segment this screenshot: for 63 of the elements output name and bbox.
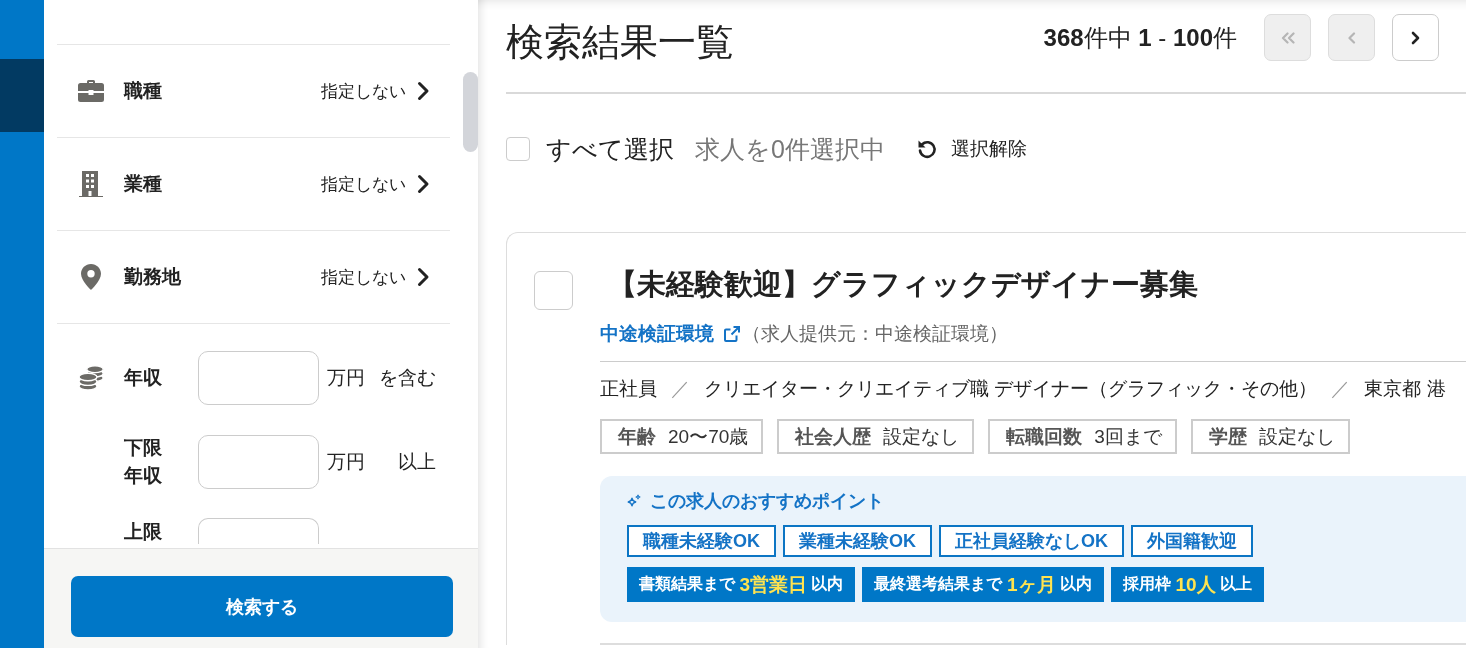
requirement-label: 社会人歴 [795,424,872,449]
requirement-label: 学歴 [1208,424,1247,449]
requirement-value: 20〜70歳 [668,424,749,449]
chevron-right-icon [417,174,430,194]
condition-label: 以上 [398,450,436,474]
unit-label: 万円 [327,366,365,390]
requirement-value: 3回まで [1094,424,1162,449]
company-link[interactable]: 中途検証環境 [600,321,740,347]
filter-picker-button[interactable]: 指定しない [321,172,430,196]
scrollbar-thumb[interactable] [463,72,478,152]
job-detail: 東京都 港 [1364,377,1446,401]
result-count: 368件中 1 - 100件 [1043,22,1237,53]
clear-selection-button[interactable]: 選択解除 [916,136,1027,162]
salary-input[interactable] [198,518,319,544]
chevron-left-icon [1347,31,1356,44]
feature-tag: 業種未経験OK [783,525,932,557]
chevron-right-icon [417,267,430,287]
filter-label: 勤務地 [124,265,181,289]
job-checkbox[interactable] [534,271,573,310]
requirement-value: 設定なし [1258,424,1335,449]
salary-label: 下限年収 [124,436,163,488]
salary-input[interactable] [198,435,319,489]
filter-picker-button[interactable]: 指定しない [321,265,430,289]
slash-separator: ／ [1331,377,1351,401]
external-link-icon [724,326,740,342]
highlight-tag: 最終選考結果まで 1ヶ月 以内 [862,567,1104,602]
feature-tag: 外国籍歓迎 [1131,525,1253,557]
filter-picker-button[interactable]: 指定しない [321,79,430,103]
salary-input[interactable] [198,351,319,405]
select-all-label[interactable]: すべて選択 [546,132,674,166]
recommendation-heading: この求人のおすすめポイント [650,490,884,513]
provider-note: （求人提供元：中途検証環境） [742,322,1008,346]
selection-status: 求人を0件選択中 [695,133,885,165]
next-page-button[interactable] [1392,14,1439,61]
building-icon [79,171,103,197]
chevron-right-icon [417,81,430,101]
reset-icon [916,139,937,159]
feature-tag: 正社員経験なしOK [939,525,1124,557]
coins-icon [78,365,104,391]
condition-label: を含む [379,366,436,390]
map-pin-icon [81,264,101,290]
sparkle-icon [627,494,641,508]
slash-separator: ／ [671,377,690,401]
job-detail: クリエイター・クリエイティブ職 デザイナー（グラフィック・その他） [704,377,1318,401]
unit-label: 万円 [327,450,365,474]
requirement-label: 転職回数 [1006,424,1083,449]
filter-label: 職種 [124,79,162,103]
requirement-value: 設定なし [883,424,960,449]
feature-tag: 職種未経験OK [627,525,776,557]
select-all-checkbox[interactable] [506,137,530,161]
chevron-right-icon [1411,30,1420,45]
salary-label: 年収 [124,366,163,390]
highlight-tag: 書類結果まで 3営業日 以内 [627,567,856,602]
requirement-label: 年齢 [618,424,656,449]
filter-label: 業種 [124,172,162,196]
briefcase-icon [78,80,104,102]
job-detail: 正社員 [600,377,657,401]
salary-label: 上限 [124,520,163,544]
job-title[interactable]: 【未経験歓迎】グラフィックデザイナー募集 [608,264,1466,304]
page-title: 検索結果一覧 [506,19,734,61]
search-button[interactable]: 検索する [71,576,453,637]
highlight-tag: 採用枠 10人 以上 [1110,567,1264,602]
double-chevron-left-icon [1280,31,1295,44]
